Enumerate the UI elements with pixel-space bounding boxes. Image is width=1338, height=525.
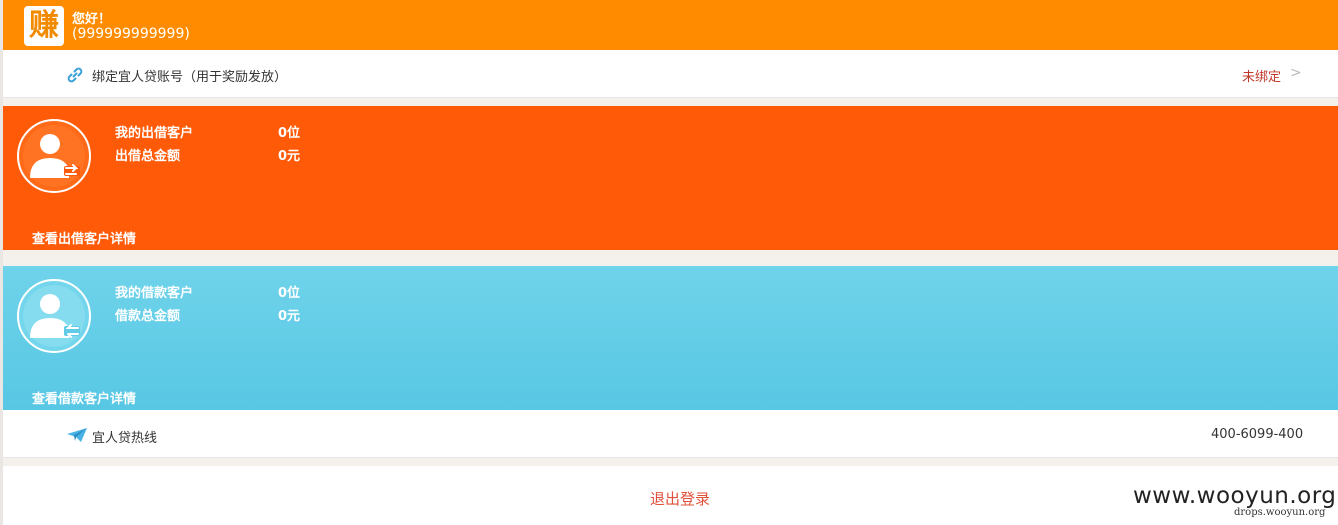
user-phone: (999999999999) — [72, 26, 190, 42]
view-borrow-details-link[interactable]: 查看借款客户详情 — [32, 388, 136, 407]
borrow-amount-value: 0元 — [278, 309, 301, 324]
header-bar: 赚 您好！ (999999999999) — [3, 0, 1338, 50]
lend-customers-label: 我的出借客户 — [115, 126, 194, 141]
lend-customers-value: 0位 — [278, 126, 301, 141]
lend-customers-card: 我的出借客户 0位 出借总金额 0元 查看出借客户详情 — [3, 106, 1338, 250]
greeting-text: 您好！ — [72, 12, 112, 27]
user-out-arrow-icon — [17, 119, 91, 193]
bind-status: 未绑定 — [1242, 70, 1282, 85]
app-logo: 赚 — [24, 6, 64, 46]
hotline-row[interactable]: 宜人贷热线 400-6099-400 — [3, 410, 1338, 458]
logout-area: 退出登录 www.wooyun.org drops.wooyun.org — [3, 466, 1338, 525]
hotline-number[interactable]: 400-6099-400 — [1211, 427, 1303, 442]
borrow-customers-card: 我的借款客户 0位 借款总金额 0元 查看借款客户详情 — [3, 266, 1338, 410]
borrow-customers-label: 我的借款客户 — [115, 286, 194, 301]
paper-plane-icon — [67, 428, 87, 442]
bind-account-label: 绑定宜人贷账号（用于奖励发放） — [92, 70, 288, 85]
link-icon — [67, 67, 83, 83]
chevron-right-icon: > — [1290, 65, 1302, 81]
hotline-label: 宜人贷热线 — [92, 431, 158, 446]
borrow-amount-label: 借款总金额 — [115, 309, 181, 324]
lend-amount-label: 出借总金额 — [115, 149, 181, 164]
user-in-arrow-icon — [17, 279, 91, 353]
watermark-main: www.wooyun.org — [1133, 483, 1337, 509]
logout-button[interactable]: 退出登录 — [650, 488, 710, 509]
view-lend-details-link[interactable]: 查看出借客户详情 — [32, 228, 136, 247]
borrow-customers-value: 0位 — [278, 286, 301, 301]
watermark-sub: drops.wooyun.org — [1234, 507, 1326, 518]
bind-account-row[interactable]: 绑定宜人贷账号（用于奖励发放） 未绑定 > — [3, 50, 1338, 98]
lend-amount-value: 0元 — [278, 149, 301, 164]
